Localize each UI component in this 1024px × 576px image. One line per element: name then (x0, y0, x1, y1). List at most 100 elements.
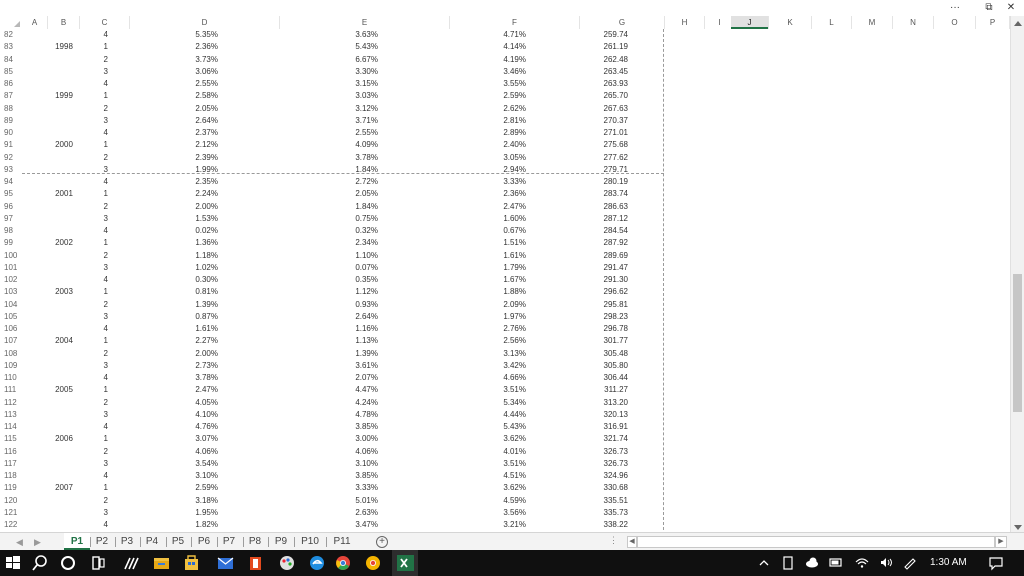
cell-col-g[interactable]: 330.68 (592, 482, 628, 494)
cell-quarter[interactable]: 1 (96, 139, 108, 151)
cell-col-d[interactable]: 2.12% (180, 139, 218, 151)
cell-year[interactable] (48, 152, 80, 164)
cell-year[interactable] (48, 299, 80, 311)
cell-col-f[interactable]: 1.60% (488, 213, 526, 225)
vertical-scrollbar[interactable] (1010, 16, 1024, 534)
cell-col-f[interactable]: 3.42% (488, 360, 526, 372)
cell-col-g[interactable]: 291.30 (592, 274, 628, 286)
row-number[interactable]: 119 (0, 482, 22, 494)
cell-year[interactable] (48, 213, 80, 225)
cell-col-f[interactable]: 2.62% (488, 103, 526, 115)
cell-col-f[interactable]: 4.19% (488, 54, 526, 66)
cell-quarter[interactable]: 4 (96, 470, 108, 482)
cell-col-g[interactable]: 335.73 (592, 507, 628, 519)
row-number[interactable]: 105 (0, 311, 22, 323)
row-number[interactable]: 122 (0, 519, 22, 531)
cell-col-f[interactable]: 3.56% (488, 507, 526, 519)
restore-button[interactable]: ⧉ (982, 2, 996, 14)
close-button[interactable]: ✕ (1004, 2, 1018, 14)
row-number[interactable]: 114 (0, 421, 22, 433)
cell-col-g[interactable]: 313.20 (592, 397, 628, 409)
cell-col-f[interactable]: 2.94% (488, 164, 526, 176)
tab-p6[interactable]: P6 (193, 533, 215, 550)
cell-col-g[interactable]: 270.37 (592, 115, 628, 127)
volume-icon[interactable] (874, 550, 898, 576)
cell-year[interactable] (48, 372, 80, 384)
cell-col-d[interactable]: 3.78% (180, 372, 218, 384)
tab-next-icon[interactable]: ▶ (34, 535, 41, 549)
column-header-m[interactable]: M (852, 16, 893, 29)
cell-col-f[interactable]: 1.79% (488, 262, 526, 274)
cell-year[interactable] (48, 397, 80, 409)
cell-col-d[interactable]: 2.00% (180, 201, 218, 213)
cell-quarter[interactable]: 1 (96, 237, 108, 249)
cell-quarter[interactable]: 4 (96, 372, 108, 384)
mail-icon[interactable] (212, 550, 238, 576)
cell-quarter[interactable]: 2 (96, 201, 108, 213)
cell-col-f[interactable]: 2.59% (488, 90, 526, 102)
cell-col-e[interactable]: 4.09% (340, 139, 378, 151)
cell-col-d[interactable]: 1.18% (180, 250, 218, 262)
row-number[interactable]: 93 (0, 164, 22, 176)
cell-col-d[interactable]: 2.39% (180, 152, 218, 164)
cell-col-e[interactable]: 3.85% (340, 470, 378, 482)
cell-quarter[interactable]: 4 (96, 29, 108, 41)
windows-start-icon[interactable] (0, 550, 26, 576)
row-number[interactable]: 83 (0, 41, 22, 53)
row-number[interactable]: 117 (0, 458, 22, 470)
cell-col-f[interactable]: 2.76% (488, 323, 526, 335)
cell-year[interactable] (48, 54, 80, 66)
cell-col-e[interactable]: 2.34% (340, 237, 378, 249)
cell-col-e[interactable]: 1.16% (340, 323, 378, 335)
row-number[interactable]: 94 (0, 176, 22, 188)
cell-year[interactable] (48, 201, 80, 213)
cell-quarter[interactable]: 4 (96, 176, 108, 188)
cell-quarter[interactable]: 2 (96, 54, 108, 66)
tab-prev-icon[interactable]: ◀ (16, 535, 23, 549)
pen-icon[interactable] (118, 550, 144, 576)
cell-col-f[interactable]: 1.51% (488, 237, 526, 249)
cell-col-g[interactable]: 295.81 (592, 299, 628, 311)
cell-col-e[interactable]: 3.61% (340, 360, 378, 372)
column-header-j[interactable]: J (731, 16, 769, 29)
cell-col-g[interactable]: 261.19 (592, 41, 628, 53)
cell-col-f[interactable]: 2.89% (488, 127, 526, 139)
battery-icon[interactable] (824, 550, 848, 576)
cell-year[interactable]: 1999 (48, 90, 80, 102)
cell-col-d[interactable]: 1.36% (180, 237, 218, 249)
file-explorer-icon[interactable] (148, 550, 174, 576)
cell-col-f[interactable]: 3.13% (488, 348, 526, 360)
task-view-icon[interactable] (85, 550, 111, 576)
cell-col-g[interactable]: 335.51 (592, 495, 628, 507)
cell-col-g[interactable]: 298.23 (592, 311, 628, 323)
cell-quarter[interactable]: 2 (96, 446, 108, 458)
hscroll-right-icon[interactable]: ▶ (995, 536, 1007, 548)
row-number[interactable]: 102 (0, 274, 22, 286)
column-header-f[interactable]: F (450, 16, 580, 29)
cell-quarter[interactable]: 3 (96, 262, 108, 274)
cell-year[interactable] (48, 507, 80, 519)
cell-col-g[interactable]: 305.80 (592, 360, 628, 372)
cell-year[interactable]: 2003 (48, 286, 80, 298)
cell-quarter[interactable]: 1 (96, 384, 108, 396)
cell-col-d[interactable]: 2.73% (180, 360, 218, 372)
search-icon[interactable] (27, 550, 53, 576)
cell-col-g[interactable]: 326.73 (592, 446, 628, 458)
chrome-icon[interactable] (330, 550, 356, 576)
cell-quarter[interactable]: 3 (96, 311, 108, 323)
row-number[interactable]: 96 (0, 201, 22, 213)
cell-year[interactable] (48, 127, 80, 139)
cell-year[interactable]: 2007 (48, 482, 80, 494)
cell-col-e[interactable]: 3.30% (340, 66, 378, 78)
cell-quarter[interactable]: 3 (96, 66, 108, 78)
cell-col-g[interactable]: 280.19 (592, 176, 628, 188)
cell-col-e[interactable]: 3.10% (340, 458, 378, 470)
row-number[interactable]: 115 (0, 433, 22, 445)
cell-col-f[interactable]: 3.62% (488, 482, 526, 494)
cell-quarter[interactable]: 1 (96, 188, 108, 200)
cell-col-g[interactable]: 289.69 (592, 250, 628, 262)
wifi-icon[interactable] (850, 550, 874, 576)
row-number[interactable]: 106 (0, 323, 22, 335)
column-header-a[interactable]: A (22, 16, 48, 29)
cell-col-d[interactable]: 1.53% (180, 213, 218, 225)
